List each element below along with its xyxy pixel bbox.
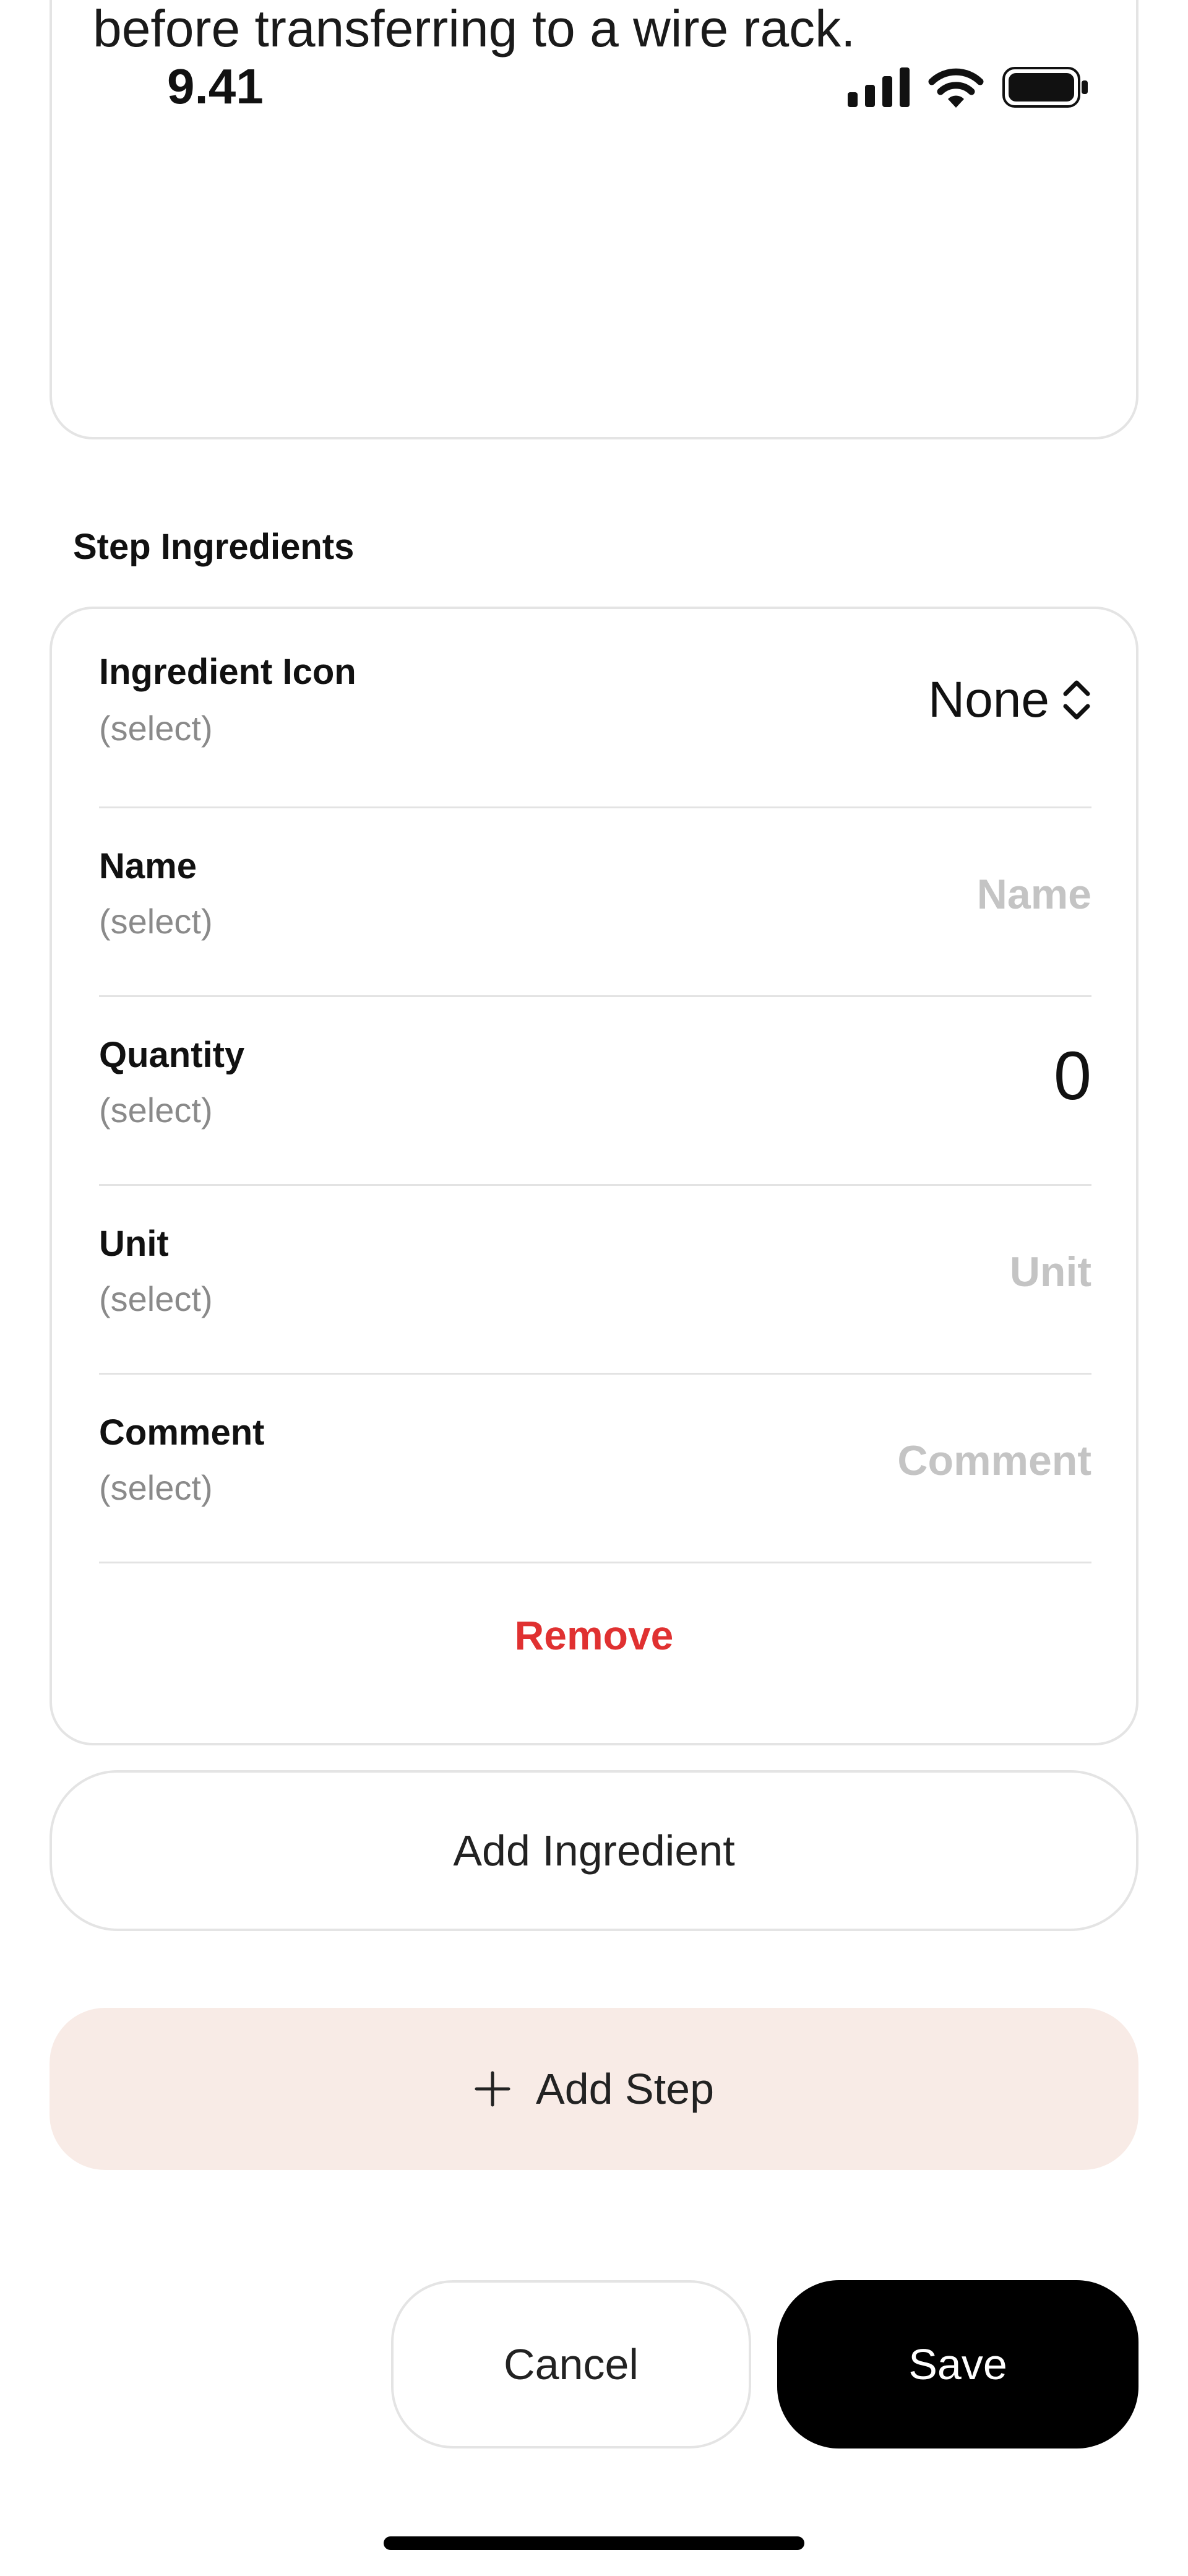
ingredient-icon-row[interactable]: Ingredient Icon (select) None bbox=[99, 609, 1091, 808]
save-button[interactable]: Save bbox=[777, 2280, 1138, 2448]
add-step-label: Add Step bbox=[536, 2065, 714, 2113]
cancel-button[interactable]: Cancel bbox=[391, 2280, 751, 2448]
battery-icon bbox=[1002, 67, 1088, 108]
save-label: Save bbox=[908, 2340, 1007, 2388]
step-description-text: Let the bread cool in the pan for 10 min… bbox=[93, 0, 856, 58]
add-ingredient-button[interactable]: Add Ingredient bbox=[50, 1770, 1138, 1931]
ingredient-unit-sub: (select) bbox=[99, 1279, 213, 1318]
add-ingredient-label: Add Ingredient bbox=[453, 1826, 735, 1875]
ingredient-unit-row: Unit (select) bbox=[99, 1186, 1091, 1375]
cellular-signal-icon bbox=[848, 67, 910, 107]
ingredient-icon-picker[interactable]: None bbox=[928, 671, 1091, 729]
ingredient-name-row: Name (select) bbox=[99, 808, 1091, 997]
ingredient-name-sub: (select) bbox=[99, 902, 213, 941]
section-label-step-ingredients: Step Ingredients bbox=[73, 527, 355, 567]
ingredient-quantity-title: Quantity bbox=[99, 1035, 245, 1075]
status-icons bbox=[848, 67, 1089, 108]
ingredient-comment-title: Comment bbox=[99, 1412, 265, 1453]
ingredient-unit-input[interactable] bbox=[658, 1248, 1091, 1296]
add-step-button[interactable]: Add Step bbox=[50, 2008, 1138, 2170]
ingredient-name-title: Name bbox=[99, 846, 197, 886]
ingredient-quantity-row: Quantity (select) 0 bbox=[99, 997, 1091, 1186]
chevron-up-down-icon bbox=[1063, 680, 1090, 720]
status-time: 9.41 bbox=[167, 59, 264, 114]
ingredient-icon-sub: (select) bbox=[99, 709, 213, 748]
cancel-label: Cancel bbox=[504, 2340, 639, 2388]
plus-icon bbox=[475, 2071, 510, 2107]
ingredient-comment-row: Comment (select) bbox=[99, 1375, 1091, 1563]
ingredient-icon-title: Ingredient Icon bbox=[99, 652, 356, 692]
ingredient-comment-sub: (select) bbox=[99, 1468, 213, 1507]
wifi-icon bbox=[928, 68, 984, 108]
ingredient-unit-title: Unit bbox=[99, 1224, 169, 1264]
ingredient-card: Ingredient Icon (select) None Name (sele… bbox=[50, 607, 1138, 1745]
ingredient-comment-input[interactable] bbox=[596, 1437, 1091, 1485]
ingredient-icon-value: None bbox=[928, 672, 1049, 728]
status-bar: 9.41 bbox=[0, 56, 1188, 124]
ingredient-quantity-value[interactable]: 0 bbox=[1054, 1037, 1091, 1115]
ingredient-quantity-sub: (select) bbox=[99, 1091, 213, 1130]
ingredient-name-input[interactable] bbox=[658, 870, 1091, 918]
home-indicator bbox=[384, 2536, 804, 2550]
remove-ingredient-button[interactable]: Remove bbox=[52, 1612, 1136, 1659]
